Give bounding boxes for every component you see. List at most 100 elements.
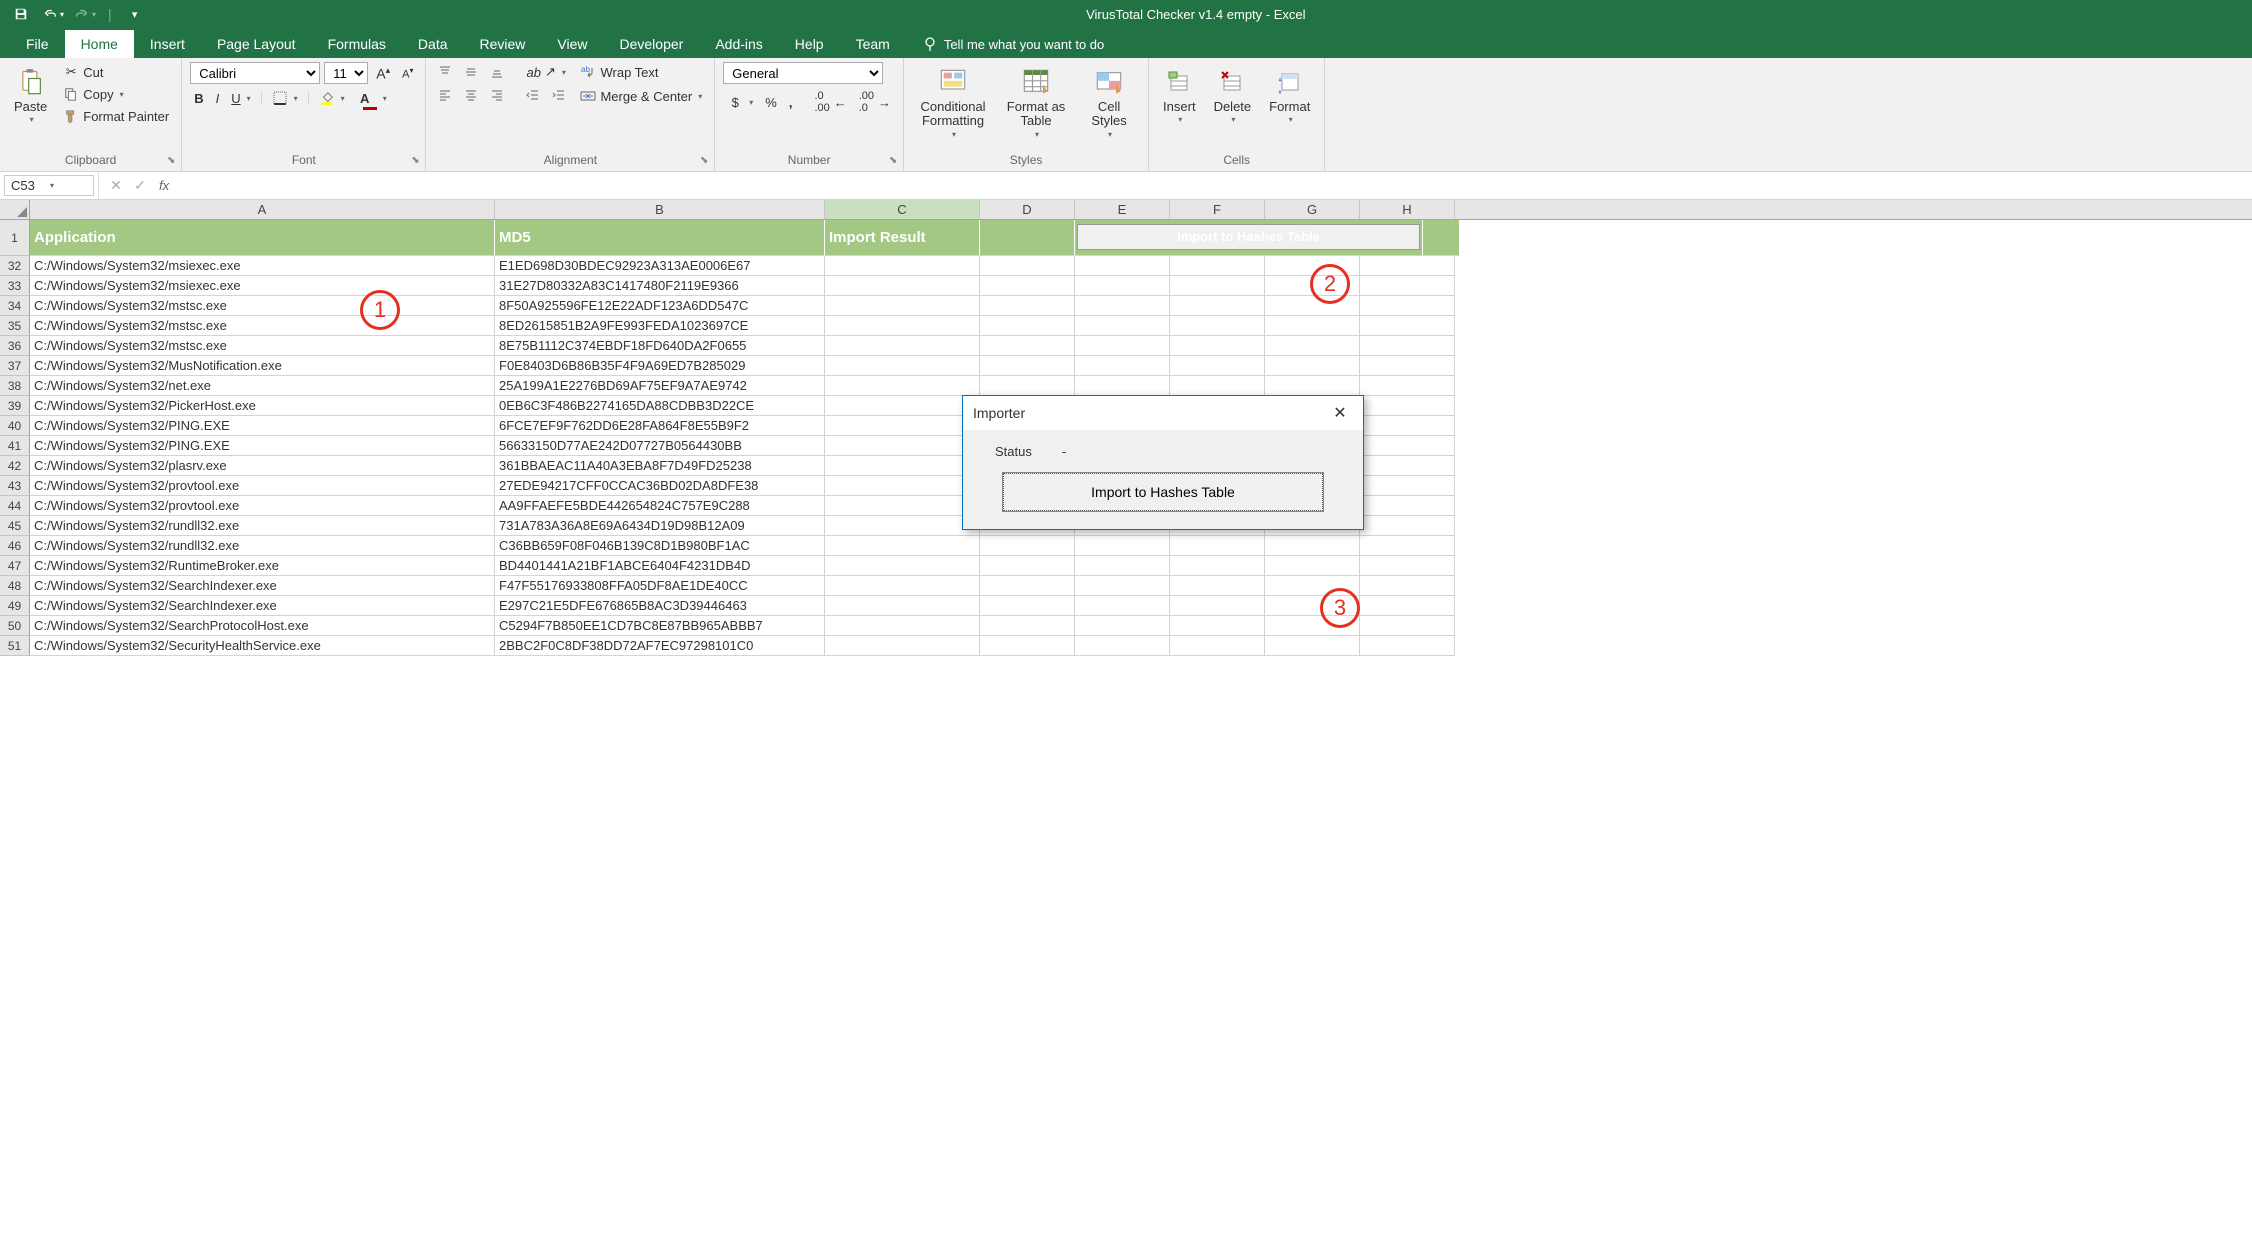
row-header[interactable]: 38 (0, 376, 30, 396)
row-header[interactable]: 49 (0, 596, 30, 616)
dialog-title-bar[interactable]: Importer ✕ (963, 396, 1363, 430)
cell[interactable] (1170, 296, 1265, 316)
row-header[interactable]: 32 (0, 256, 30, 276)
cell[interactable]: 56633150D77AE242D07727B0564430BB (495, 436, 825, 456)
tab-page-layout[interactable]: Page Layout (201, 30, 312, 58)
cancel-formula-button[interactable]: ✕ (105, 175, 127, 197)
comma-button[interactable]: , (785, 93, 797, 112)
paste-button[interactable]: Paste ▾ (8, 62, 53, 129)
cell[interactable] (1360, 496, 1455, 516)
tab-home[interactable]: Home (65, 30, 134, 58)
tab-team[interactable]: Team (840, 30, 906, 58)
grow-font-button[interactable]: A▴ (372, 63, 394, 84)
cell-styles-button[interactable]: Cell Styles▾ (1078, 62, 1140, 143)
cell[interactable] (1360, 516, 1455, 536)
format-cells-button[interactable]: Format▾ (1263, 62, 1316, 129)
cell[interactable] (1075, 636, 1170, 656)
column-header-F[interactable]: F (1170, 200, 1265, 219)
cell[interactable] (980, 536, 1075, 556)
delete-cells-button[interactable]: Delete▾ (1208, 62, 1258, 129)
dialog-close-button[interactable]: ✕ (1327, 402, 1353, 424)
align-bottom-button[interactable] (486, 63, 508, 81)
cell[interactable] (980, 336, 1075, 356)
alignment-launcher[interactable]: ⬊ (698, 155, 710, 167)
row-header[interactable]: 41 (0, 436, 30, 456)
row-header[interactable]: 48 (0, 576, 30, 596)
cell[interactable] (1265, 376, 1360, 396)
cell[interactable] (1170, 316, 1265, 336)
italic-button[interactable]: I (212, 89, 224, 108)
cell[interactable]: C:/Windows/System32/msiexec.exe (30, 276, 495, 296)
align-middle-button[interactable] (460, 63, 482, 81)
cell[interactable]: C:/Windows/System32/provtool.exe (30, 496, 495, 516)
row-header[interactable]: 42 (0, 456, 30, 476)
increase-decimal-button[interactable]: .0.00← (810, 88, 850, 116)
row-header[interactable]: 44 (0, 496, 30, 516)
align-top-button[interactable] (434, 63, 456, 81)
dialog-import-button[interactable]: Import to Hashes Table (1003, 473, 1323, 511)
row-header[interactable]: 35 (0, 316, 30, 336)
row-header[interactable]: 45 (0, 516, 30, 536)
qat-customize[interactable]: ▾ (122, 3, 148, 25)
wrap-text-button[interactable]: abWrap Text (576, 62, 706, 82)
cell[interactable] (1075, 336, 1170, 356)
cell[interactable] (1360, 556, 1455, 576)
cell[interactable] (1360, 436, 1455, 456)
tab-review[interactable]: Review (464, 30, 542, 58)
cell[interactable] (1360, 576, 1455, 596)
column-header-B[interactable]: B (495, 200, 825, 219)
cell[interactable] (1075, 376, 1170, 396)
cell[interactable] (825, 616, 980, 636)
format-as-table-button[interactable]: Format as Table▾ (1000, 62, 1072, 143)
orientation-button[interactable]: ab↗▾ (522, 62, 569, 82)
cell[interactable] (1265, 316, 1360, 336)
tab-view[interactable]: View (541, 30, 603, 58)
cell[interactable] (1170, 356, 1265, 376)
undo-button[interactable]: ▾ (40, 3, 66, 25)
row-header[interactable]: 39 (0, 396, 30, 416)
cell[interactable]: C:/Windows/System32/SearchIndexer.exe (30, 576, 495, 596)
tab-help[interactable]: Help (779, 30, 840, 58)
cell[interactable] (825, 436, 980, 456)
select-all-corner[interactable] (0, 200, 30, 219)
header-application[interactable]: Application (30, 220, 495, 256)
cell[interactable]: E297C21E5DFE676865B8AC3D39446463 (495, 596, 825, 616)
font-color-button[interactable]: A▾ (353, 88, 391, 108)
cell[interactable]: C:/Windows/System32/plasrv.exe (30, 456, 495, 476)
cell[interactable] (1265, 296, 1360, 316)
cell[interactable] (1360, 476, 1455, 496)
cell[interactable] (1170, 276, 1265, 296)
cell[interactable] (1423, 220, 1460, 256)
cell[interactable] (1265, 556, 1360, 576)
row-header[interactable]: 43 (0, 476, 30, 496)
format-painter-button[interactable]: Format Painter (59, 106, 173, 126)
cell[interactable]: BD4401441A21BF1ABCE6404F4231DB4D (495, 556, 825, 576)
cell[interactable] (825, 356, 980, 376)
cut-button[interactable]: ✂Cut (59, 62, 173, 82)
copy-button[interactable]: Copy▾ (59, 84, 173, 104)
bold-button[interactable]: B (190, 89, 207, 108)
cell[interactable]: 8E75B1112C374EBDF18FD640DA2F0655 (495, 336, 825, 356)
fill-color-button[interactable]: ▾ (315, 88, 349, 108)
cell[interactable] (1170, 256, 1265, 276)
underline-button[interactable]: U▾ (227, 89, 254, 108)
cell[interactable]: C:/Windows/System32/provtool.exe (30, 476, 495, 496)
cell[interactable] (1170, 556, 1265, 576)
cell[interactable] (1170, 336, 1265, 356)
cell[interactable] (1265, 536, 1360, 556)
cell[interactable] (1265, 256, 1360, 276)
tab-developer[interactable]: Developer (604, 30, 700, 58)
cell[interactable] (825, 456, 980, 476)
cell[interactable] (1360, 356, 1455, 376)
fx-icon[interactable]: fx (153, 178, 175, 193)
cell[interactable]: Import to Hashes Table (1075, 220, 1423, 256)
column-header-C[interactable]: C (825, 200, 980, 219)
cell[interactable] (825, 536, 980, 556)
cell[interactable] (1170, 636, 1265, 656)
borders-button[interactable]: ▾ (268, 88, 302, 108)
cell[interactable]: C:/Windows/System32/SecurityHealthServic… (30, 636, 495, 656)
cell[interactable] (1360, 336, 1455, 356)
cell[interactable] (1075, 576, 1170, 596)
row-header[interactable]: 50 (0, 616, 30, 636)
cell[interactable] (825, 376, 980, 396)
